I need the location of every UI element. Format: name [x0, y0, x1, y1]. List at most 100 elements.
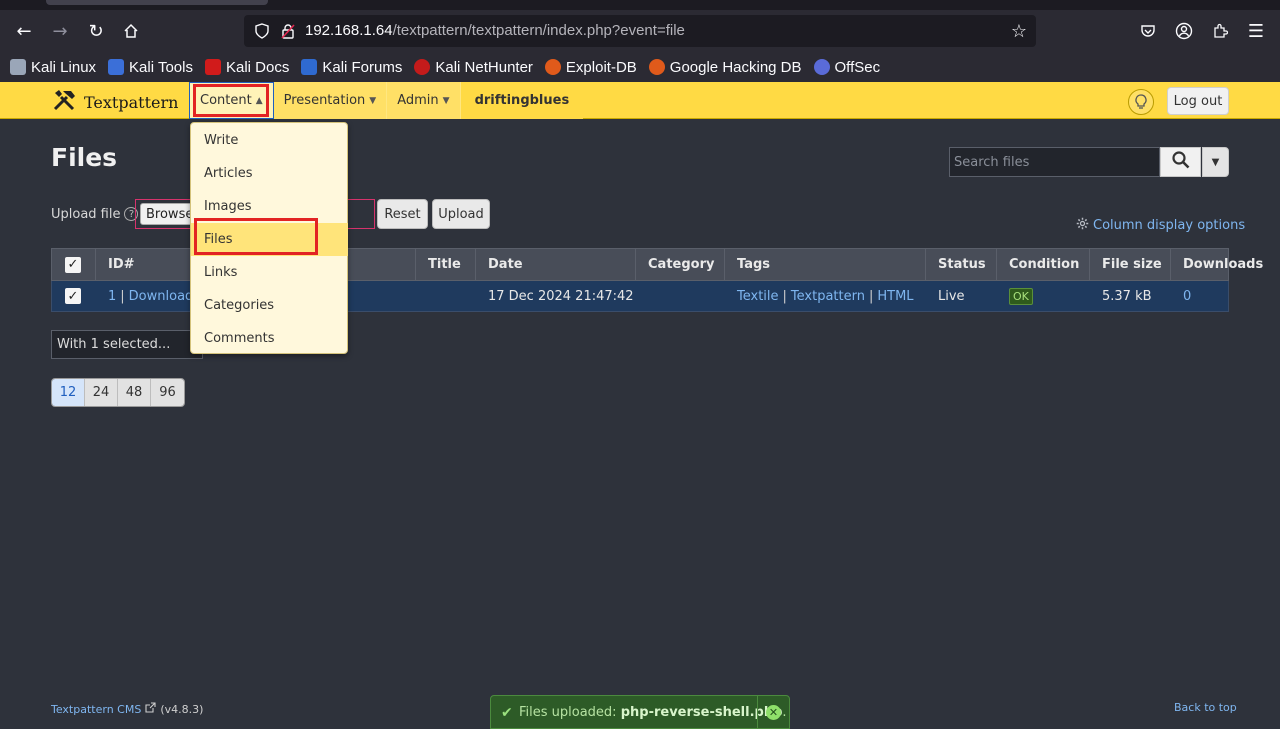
- logout-button[interactable]: Log out: [1167, 87, 1229, 115]
- cms-link[interactable]: Textpattern CMS: [51, 703, 141, 716]
- nav-admin[interactable]: Admin ▼: [387, 82, 461, 119]
- url-text: 192.168.1.64/textpattern/textpattern/ind…: [305, 22, 685, 39]
- ghdb-icon: [648, 59, 665, 75]
- col-category[interactable]: Category: [636, 249, 725, 280]
- textpattern-logo[interactable]: Textpattern: [52, 88, 178, 116]
- search-form: ▼: [949, 147, 1229, 177]
- bookmark-label: Kali Docs: [225, 58, 290, 76]
- reload-icon[interactable]: ↻: [82, 17, 110, 45]
- col-title[interactable]: Title: [416, 249, 476, 280]
- home-icon[interactable]: [117, 17, 145, 45]
- url-bar[interactable]: 192.168.1.64/textpattern/textpattern/ind…: [244, 15, 1036, 47]
- bookmark-kali-forums[interactable]: Kali Forums: [301, 59, 402, 76]
- col-file-size[interactable]: File size: [1090, 249, 1171, 280]
- menu-item-links[interactable]: Links: [191, 256, 348, 289]
- col-downloads[interactable]: Downloads: [1171, 249, 1263, 280]
- browse-button[interactable]: Browse...: [140, 203, 206, 225]
- col-condition[interactable]: Condition: [997, 249, 1090, 280]
- bookmark-label: Google Hacking DB: [669, 58, 802, 76]
- forward-arrow-icon[interactable]: →: [46, 17, 74, 45]
- nav-site-name[interactable]: driftingblues: [460, 82, 584, 119]
- admin-header: Textpattern Content ▲ Presentation ▼ Admin…: [0, 82, 1280, 119]
- toast-divider: [757, 696, 758, 728]
- row-checkbox[interactable]: ✓: [65, 288, 81, 304]
- bookmark-kali-linux[interactable]: Kali Linux: [10, 59, 96, 76]
- hammer-logo-icon: [52, 88, 78, 116]
- column-display-options[interactable]: Column display options: [1076, 217, 1245, 234]
- bookmark-kali-tools[interactable]: Kali Tools: [108, 59, 193, 76]
- row-select-cell: ✓: [52, 281, 96, 311]
- row-download-link[interactable]: Download: [129, 289, 194, 304]
- search-button[interactable]: [1160, 147, 1201, 177]
- col-status[interactable]: Status: [926, 249, 997, 280]
- bookmark-label: Kali Forums: [322, 58, 403, 76]
- bookmark-ghdb[interactable]: Google Hacking DB: [648, 58, 802, 76]
- kali-dragon-icon: [10, 59, 26, 75]
- col-file-size-label: File size: [1102, 257, 1162, 272]
- back-to-top-link[interactable]: Back to top: [1174, 701, 1237, 714]
- cms-version: (v4.8.3): [160, 702, 204, 716]
- separator: |: [120, 288, 125, 304]
- account-icon[interactable]: [1170, 17, 1198, 45]
- page-size-selector: 12 24 48 96: [51, 378, 185, 407]
- reset-button[interactable]: Reset: [377, 199, 428, 229]
- page-size-option[interactable]: 24: [85, 379, 118, 406]
- col-tags-label: Tags: [737, 257, 771, 272]
- bookmark-label: Kali Tools: [129, 58, 193, 76]
- bookmark-kali-docs[interactable]: Kali Docs: [204, 58, 290, 76]
- col-date[interactable]: Date: [476, 249, 636, 280]
- nav-admin-label: Admin: [397, 93, 439, 108]
- external-link-icon: [145, 702, 156, 716]
- nethunter-icon: [414, 59, 431, 75]
- caret-down-icon: ▼: [369, 95, 377, 106]
- close-icon[interactable]: ✕: [766, 705, 781, 720]
- row-id-link[interactable]: 1: [108, 289, 116, 304]
- insecure-lock-icon[interactable]: [278, 21, 298, 41]
- row-tags-cell: Textile | Textpattern | HTML: [725, 281, 926, 311]
- extensions-icon[interactable]: [1206, 17, 1234, 45]
- bookmark-exploit-db[interactable]: Exploit-DB: [544, 58, 637, 76]
- toast-prefix: Files uploaded:: [519, 704, 617, 720]
- col-category-label: Category: [648, 257, 715, 272]
- col-date-label: Date: [488, 257, 523, 272]
- toast-message: Files uploaded: php-reverse-shell.php.: [491, 705, 787, 720]
- nav-presentation[interactable]: Presentation ▼: [273, 82, 388, 119]
- col-condition-label: Condition: [1009, 257, 1080, 272]
- menu-item-articles[interactable]: Articles: [191, 157, 348, 190]
- bookmark-star-icon[interactable]: ☆: [1008, 20, 1030, 42]
- menu-item-categories[interactable]: Categories: [191, 289, 348, 322]
- bulk-action-select[interactable]: With 1 selected...: [51, 330, 203, 359]
- bookmark-offsec[interactable]: OffSec: [813, 59, 880, 76]
- pocket-icon[interactable]: [1134, 17, 1162, 45]
- menu-item-comments[interactable]: Comments: [191, 322, 348, 355]
- active-tab-edge[interactable]: [46, 0, 268, 5]
- row-file-size-cell: 5.37 kB: [1102, 288, 1152, 304]
- tag-link[interactable]: HTML: [877, 289, 913, 304]
- select-all-checkbox[interactable]: ✓: [65, 256, 81, 273]
- tag-link[interactable]: Textile: [737, 289, 779, 304]
- tracking-shield-icon[interactable]: [252, 21, 272, 41]
- page-size-option[interactable]: 48: [118, 379, 151, 406]
- offsec-icon: [813, 59, 830, 75]
- bookmark-kali-nethunter[interactable]: Kali NetHunter: [414, 59, 533, 76]
- upload-button[interactable]: Upload: [432, 199, 490, 229]
- row-condition-cell: OK: [997, 281, 1090, 311]
- row-category-cell: [636, 281, 725, 311]
- url-host: 192.168.1.64: [305, 22, 393, 39]
- highlight-content-annotation: [193, 84, 269, 117]
- upload-row: Upload file ?: [51, 199, 139, 229]
- separator: |: [782, 288, 787, 304]
- col-tags[interactable]: Tags: [725, 249, 926, 280]
- menu-item-write[interactable]: Write: [191, 124, 348, 157]
- back-arrow-icon[interactable]: ←: [10, 17, 38, 45]
- menu-hamburger-icon[interactable]: ☰: [1242, 17, 1270, 45]
- tag-link[interactable]: Textpattern: [791, 289, 865, 304]
- row-date-cell: 17 Dec 2024 21:47:42: [488, 288, 634, 304]
- search-input[interactable]: [949, 147, 1160, 177]
- bookmark-label: Exploit-DB: [565, 58, 637, 76]
- page-size-option[interactable]: 96: [151, 379, 184, 406]
- lightbulb-icon[interactable]: [1128, 89, 1154, 115]
- page-size-option[interactable]: 12: [52, 379, 85, 406]
- downloads-count[interactable]: 0: [1183, 289, 1191, 304]
- search-options-toggle[interactable]: ▼: [1202, 147, 1229, 177]
